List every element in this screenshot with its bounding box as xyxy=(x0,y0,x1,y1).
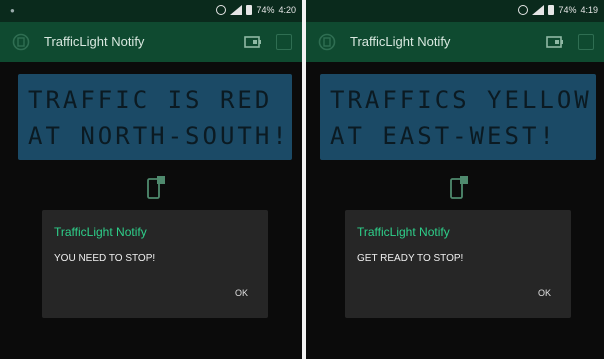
battery-icon xyxy=(548,5,555,15)
hotspot-icon xyxy=(518,5,529,15)
battery-percent: 74% xyxy=(256,5,275,15)
app-logo-icon[interactable] xyxy=(318,33,336,51)
notification-dialog: TrafficLight Notify GET READY TO STOP! O… xyxy=(345,210,571,318)
notification-widget-icon[interactable] xyxy=(448,175,470,201)
notification-dot-icon: ● xyxy=(10,6,15,15)
device-icon[interactable] xyxy=(244,35,262,49)
app-title: TrafficLight Notify xyxy=(44,34,145,49)
signal-icon xyxy=(532,5,545,15)
menu-square-icon[interactable] xyxy=(578,34,594,50)
screenshot-pair: ● 74% 4:20 TrafficLight Notify TRAFFIC I… xyxy=(0,0,604,359)
app-logo-icon[interactable] xyxy=(12,33,30,51)
dialog-title: TrafficLight Notify xyxy=(54,225,147,239)
lcd-line-1: TRAFFIC IS RED xyxy=(28,86,273,114)
lcd-line-1: TRAFFICS YELLOW xyxy=(330,86,592,114)
phone-screen-right: 74% 4:19 TrafficLight Notify TRAFFICS YE… xyxy=(306,0,604,359)
dialog-message: GET READY TO STOP! xyxy=(357,253,464,264)
signal-icon xyxy=(230,5,243,15)
battery-percent: 74% xyxy=(558,5,577,15)
lcd-line-2: AT EAST-WEST! xyxy=(330,122,557,150)
clock: 4:20 xyxy=(278,5,296,15)
status-bar: ● 74% 4:20 xyxy=(0,0,302,22)
hotspot-icon xyxy=(216,5,227,15)
app-bar: TrafficLight Notify xyxy=(0,22,302,62)
device-icon[interactable] xyxy=(546,35,564,49)
notification-dialog: TrafficLight Notify YOU NEED TO STOP! OK xyxy=(42,210,268,318)
battery-icon xyxy=(246,5,253,15)
ok-button[interactable]: OK xyxy=(538,288,551,298)
lcd-display: TRAFFICS YELLOW AT EAST-WEST! xyxy=(320,74,596,160)
dialog-title: TrafficLight Notify xyxy=(357,225,450,239)
dialog-message: YOU NEED TO STOP! xyxy=(54,253,156,264)
clock: 4:19 xyxy=(580,5,598,15)
status-bar: 74% 4:19 xyxy=(306,0,604,22)
lcd-line-2: AT NORTH-SOUTH! xyxy=(28,122,290,150)
ok-button[interactable]: OK xyxy=(235,288,248,298)
app-bar: TrafficLight Notify xyxy=(306,22,604,62)
phone-screen-left: ● 74% 4:20 TrafficLight Notify TRAFFIC I… xyxy=(0,0,302,359)
app-title: TrafficLight Notify xyxy=(350,34,451,49)
notification-widget-icon[interactable] xyxy=(145,175,167,201)
menu-square-icon[interactable] xyxy=(276,34,292,50)
lcd-display: TRAFFIC IS RED AT NORTH-SOUTH! xyxy=(18,74,292,160)
